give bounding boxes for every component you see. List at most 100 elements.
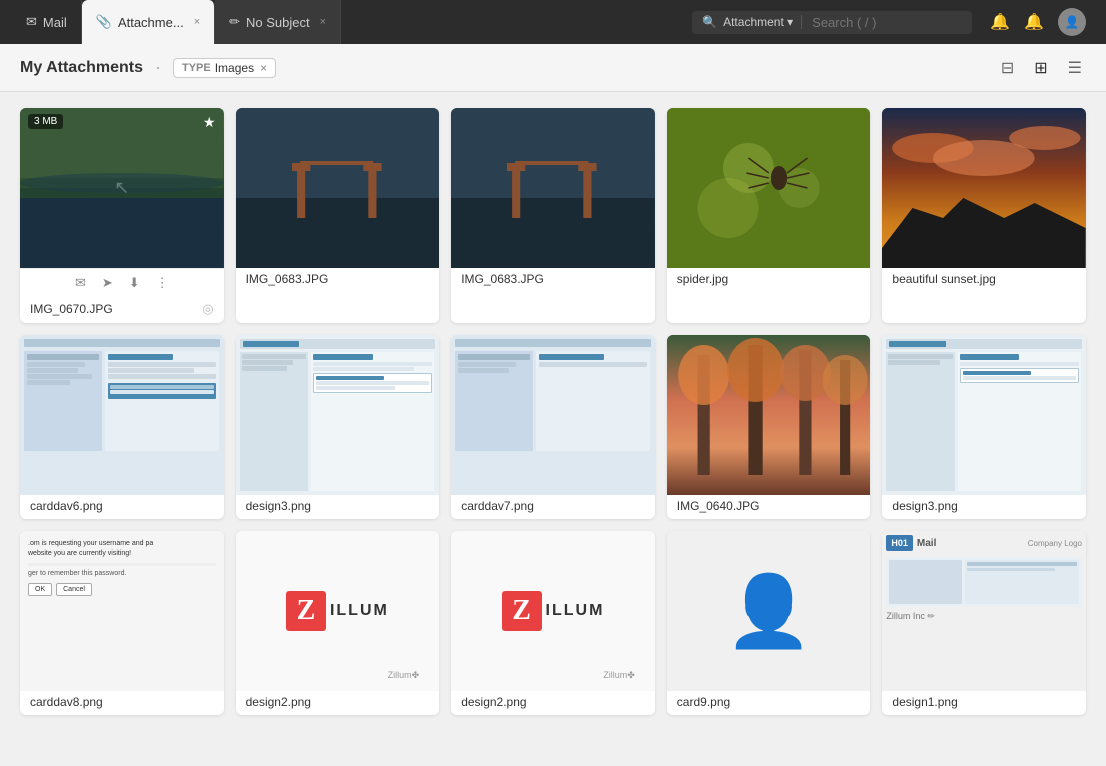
image-name-12: design2.png [246,695,311,709]
image-grid: 3 MB ★ ↖ ✉ ➤ ⬇ ⋮ IMG_0670.JPG ◎ [20,108,1086,715]
image-badge-1: 3 MB [28,114,63,129]
filter-chip[interactable]: TYPE Images × [173,58,276,78]
search-prefix[interactable]: Attachment ▾ [723,15,802,29]
image-thumbnail-12: Z ILLUM Zillum✤ [236,531,440,691]
filter-chip-close[interactable]: × [260,61,267,75]
image-card-1[interactable]: 3 MB ★ ↖ ✉ ➤ ⬇ ⋮ IMG_0670.JPG ◎ [20,108,224,323]
image-name-10: design3.png [892,499,957,513]
image-name-4: spider.jpg [677,272,728,286]
image-name-1: IMG_0670.JPG [30,302,113,316]
bell-icon[interactable]: 🔔 [1024,12,1044,32]
breadcrumb-separator: · [155,57,161,78]
image-name-8: carddav7.png [461,499,534,513]
main-content: 3 MB ★ ↖ ✉ ➤ ⬇ ⋮ IMG_0670.JPG ◎ [0,92,1106,766]
image-thumbnail-9 [667,335,871,495]
image-footer-2: IMG_0683.JPG [236,268,440,292]
image-footer-12: design2.png [236,691,440,715]
image-name-13: design2.png [461,695,526,709]
image-thumbnail-10 [882,335,1086,495]
image-thumbnail-6 [20,335,224,495]
search-container: 🔍 Attachment ▾ [692,11,972,34]
image-footer-15: design1.png [882,691,1086,715]
download-action-1[interactable]: ⬇ [129,275,140,291]
image-footer-1: IMG_0670.JPG ◎ [20,297,224,323]
image-name-2: IMG_0683.JPG [246,272,329,286]
image-name-15: design1.png [892,695,957,709]
image-thumbnail-5 [882,108,1086,268]
image-card-15[interactable]: H01 Mail Company Logo Zillum Inc ✏ [882,531,1086,715]
image-thumbnail-14: 👤 [667,531,871,691]
image-footer-4: spider.jpg [667,268,871,292]
list-view-button[interactable]: ☰ [1064,54,1086,82]
tab-mail-label: Mail [43,15,67,30]
image-card-4[interactable]: spider.jpg [667,108,871,323]
tab-nosubject[interactable]: ✏ No Subject × [215,0,341,44]
send-action-1[interactable]: ➤ [102,275,113,291]
image-card-9[interactable]: IMG_0640.JPG [667,335,871,519]
image-thumbnail-8 [451,335,655,495]
email-action-1[interactable]: ✉ [75,275,86,291]
image-card-14[interactable]: 👤 card9.png [667,531,871,715]
image-footer-10: design3.png [882,495,1086,519]
image-card-13[interactable]: Z ILLUM Zillum✤ design2.png [451,531,655,715]
image-footer-11: carddav8.png [20,691,224,715]
image-card-7[interactable]: design3.png [236,335,440,519]
image-footer-6: carddav6.png [20,495,224,519]
image-card-2[interactable]: IMG_0683.JPG [236,108,440,323]
image-card-10[interactable]: design3.png [882,335,1086,519]
image-thumbnail-11: .om is requesting your username and pa w… [20,531,224,691]
user-avatar[interactable]: 👤 [1058,8,1086,36]
image-name-14: card9.png [677,695,730,709]
image-card-6[interactable]: carddav6.png [20,335,224,519]
image-card-3[interactable]: IMG_0683.JPG [451,108,655,323]
image-footer-14: card9.png [667,691,871,715]
mail-icon: ✉ [26,14,37,30]
image-thumbnail-2 [236,108,440,268]
subheader: My Attachments · TYPE Images × ⊟ ⊞ ☰ [0,44,1106,92]
image-name-3: IMG_0683.JPG [461,272,544,286]
image-footer-3: IMG_0683.JPG [451,268,655,292]
grid-view-button[interactable]: ⊞ [1030,54,1051,82]
image-pin-1[interactable]: ◎ [202,301,213,317]
page-title: My Attachments [20,59,143,77]
tab-mail[interactable]: ✉ Mail [12,0,82,44]
image-thumbnail-15: H01 Mail Company Logo Zillum Inc ✏ [882,531,1086,691]
cursor-indicator: ↖ [114,178,129,199]
image-footer-13: design2.png [451,691,655,715]
search-icon: 🔍 [702,15,717,29]
search-input[interactable] [812,15,962,30]
subheader-actions: ⊟ ⊞ ☰ [997,54,1086,82]
image-footer-5: beautiful sunset.jpg [882,268,1086,292]
image-footer-7: design3.png [236,495,440,519]
image-thumbnail-3 [451,108,655,268]
edit-icon: ✏ [229,14,240,30]
tab-attachments[interactable]: 📎 Attachme... × [82,0,215,44]
image-name-9: IMG_0640.JPG [677,499,760,513]
filter-button[interactable]: ⊟ [997,54,1018,82]
filter-chip-value: Images [215,61,254,75]
topbar: ✉ Mail 📎 Attachme... × ✏ No Subject × 🔍 … [0,0,1106,44]
image-thumbnail-13: Z ILLUM Zillum✤ [451,531,655,691]
image-card-12[interactable]: Z ILLUM Zillum✤ design2.png [236,531,440,715]
image-thumbnail-7 [236,335,440,495]
tab-nosubject-close[interactable]: × [320,16,326,28]
notifications-icon[interactable]: 🔔 [990,12,1010,32]
avatar-image: 👤 [1065,15,1080,29]
image-name-7: design3.png [246,499,311,513]
image-star-1[interactable]: ★ [203,114,216,131]
tab-attachments-close[interactable]: × [194,16,200,28]
topbar-icons: 🔔 🔔 👤 [990,8,1086,36]
tab-attachments-label: Attachme... [118,15,184,30]
image-name-5: beautiful sunset.jpg [892,272,995,286]
image-card-5[interactable]: beautiful sunset.jpg [882,108,1086,323]
attachment-icon: 📎 [96,14,112,30]
image-card-8[interactable]: carddav7.png [451,335,655,519]
image-thumbnail-1: 3 MB ★ ↖ [20,108,224,268]
image-name-6: carddav6.png [30,499,103,513]
more-action-1[interactable]: ⋮ [156,275,169,291]
image-card-11[interactable]: .om is requesting your username and pa w… [20,531,224,715]
tab-nosubject-label: No Subject [246,15,310,30]
filter-chip-type: TYPE [182,62,211,74]
image-actions-1: ✉ ➤ ⬇ ⋮ [20,268,224,297]
image-footer-8: carddav7.png [451,495,655,519]
